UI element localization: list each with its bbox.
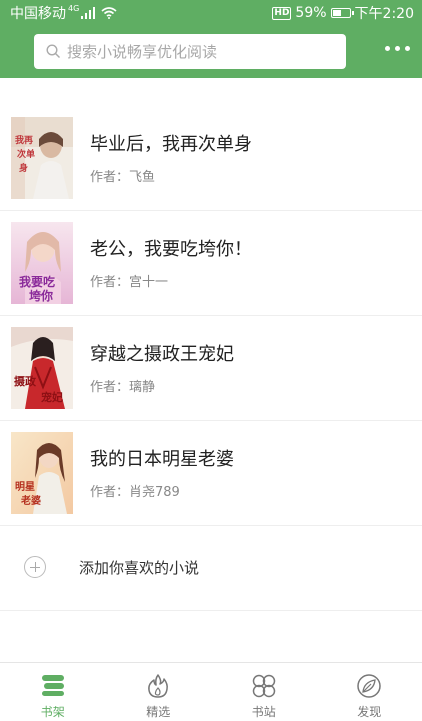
book-item[interactable]: 我再 次单 身 毕业后，我再次单身 作者：飞鱼 [0,106,422,211]
svg-text:老婆: 老婆 [20,494,41,507]
wifi-icon [101,7,117,19]
leaf-icon [356,673,382,699]
svg-text:明星: 明星 [15,481,35,493]
bookshelf-list: 我再 次单 身 毕业后，我再次单身 作者：飞鱼 我要吃 [0,106,422,526]
add-novel-label: 添加你喜欢的小说 [79,557,199,578]
tab-featured[interactable]: 精选 [106,663,212,721]
battery-percent: 59% [295,5,326,21]
tab-label: 书架 [0,703,106,720]
tab-discover[interactable]: 发现 [317,663,422,721]
carrier-label: 中国移动 [10,3,66,23]
signal-icon [81,7,95,19]
tab-bookstore[interactable]: 书站 [211,663,317,721]
svg-text:我再: 我再 [15,134,33,146]
hd-badge: HD [272,7,291,20]
more-dot-icon [385,46,390,51]
book-author: 作者：宫十一 [90,271,168,290]
book-cover: 摄政 宠妃 [11,327,73,409]
book-cover: 明星 老婆 [11,432,73,514]
tab-label: 发现 [317,703,422,720]
search-icon [46,44,61,59]
book-cover: 我要吃 垮你 [11,222,73,304]
book-author: 作者：飞鱼 [90,166,155,185]
bottom-navigation: 书架 精选 书站 发现 [0,662,422,721]
tab-label: 书站 [211,703,317,720]
add-novel-button[interactable]: 添加你喜欢的小说 [0,526,422,611]
battery-icon [331,8,351,18]
book-cover: 我再 次单 身 [11,117,73,199]
flame-icon [146,673,170,699]
bookshelf-icon [40,673,66,697]
search-placeholder: 搜索小说畅享优化阅读 [67,41,217,62]
tab-bookshelf[interactable]: 书架 [0,663,106,721]
book-item[interactable]: 明星 老婆 我的日本明星老婆 作者：肖尧789 [0,421,422,526]
more-dot-icon [395,46,400,51]
tab-label: 精选 [106,703,212,720]
more-options-button[interactable] [381,38,414,59]
svg-text:垮你: 垮你 [29,288,53,303]
book-item[interactable]: 摄政 宠妃 穿越之摄政王宠妃 作者：璃静 [0,316,422,421]
top-bar: 中国移动 4G HD 59% 下午2:20 [0,0,422,78]
book-author: 作者：璃静 [90,376,155,395]
svg-text:宠妃: 宠妃 [41,390,63,404]
svg-text:身: 身 [19,162,28,174]
book-title: 我的日本明星老婆 [90,445,234,471]
svg-text:摄政: 摄政 [14,374,37,388]
search-input[interactable]: 搜索小说畅享优化阅读 [34,34,346,69]
grid-circles-icon [251,673,277,699]
book-title: 老公，我要吃垮你！ [90,235,252,261]
book-title: 穿越之摄政王宠妃 [90,340,234,366]
book-author: 作者：肖尧789 [90,481,180,500]
status-bar: 中国移动 4G HD 59% 下午2:20 [0,0,422,24]
clock: 下午2:20 [355,3,414,23]
book-item[interactable]: 我要吃 垮你 老公，我要吃垮你！ 作者：宫十一 [0,211,422,316]
network-type: 4G [68,4,79,13]
book-title: 毕业后，我再次单身 [90,130,252,156]
svg-text:次单: 次单 [17,148,35,160]
add-circle-icon [24,556,46,578]
svg-text:我要吃: 我要吃 [19,274,55,289]
more-dot-icon [405,46,410,51]
